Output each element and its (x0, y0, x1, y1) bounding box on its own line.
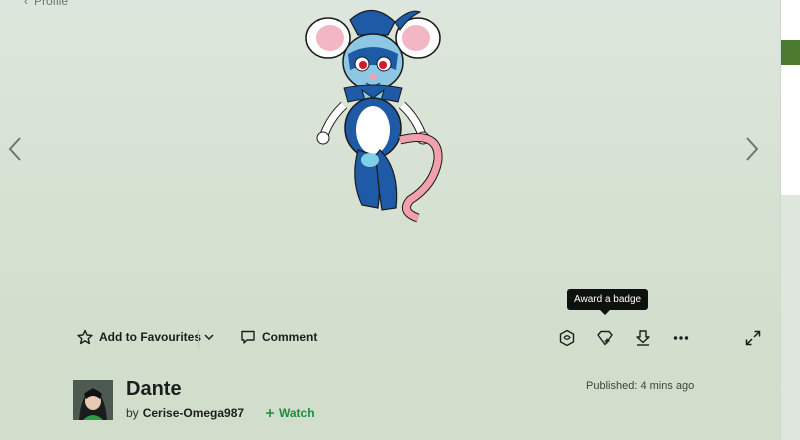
chevron-left-icon (8, 137, 21, 161)
watch-button[interactable]: Watch (265, 406, 315, 420)
side-panel-edge (780, 0, 800, 440)
badge-icon (559, 329, 575, 347)
next-button[interactable] (739, 134, 763, 164)
previous-button[interactable] (4, 134, 28, 164)
fullscreen-button[interactable] (743, 328, 763, 348)
byline: by Cerise-Omega987 (126, 406, 244, 420)
favourites-dropdown-button[interactable] (202, 330, 216, 344)
chevron-right-icon (746, 137, 759, 161)
deviation-title: Dante (126, 378, 182, 400)
star-icon (77, 329, 93, 345)
award-badge-button[interactable] (595, 328, 615, 348)
published-label: Published: (586, 380, 638, 392)
comment-label: Comment (262, 330, 318, 344)
chevron-down-icon (204, 334, 214, 341)
award-badge-icon (597, 330, 613, 346)
download-icon (636, 330, 650, 346)
expand-icon (745, 330, 761, 346)
plus-icon (266, 409, 274, 417)
action-bar: Add to Favourites Comment (0, 322, 780, 354)
avatar-image (73, 380, 113, 420)
more-dots-icon (673, 336, 689, 340)
published-date: Published: 4 mins ago (586, 380, 694, 392)
byline-prefix: by (126, 406, 139, 420)
breadcrumb-label: Profile (34, 0, 69, 8)
artwork-image[interactable] (300, 0, 460, 225)
give-badge-button[interactable] (557, 328, 577, 348)
chevron-left-icon: ‹ (24, 0, 28, 8)
author-link[interactable]: Cerise-Omega987 (143, 406, 244, 420)
divider (198, 329, 199, 347)
add-to-favourites-button[interactable]: Add to Favourites (77, 329, 201, 345)
watch-label: Watch (279, 406, 315, 420)
published-time: 4 mins ago (640, 380, 695, 392)
download-button[interactable] (633, 328, 653, 348)
artwork-stage: ‹ Profile (0, 0, 780, 305)
avatar[interactable] (73, 380, 113, 420)
comment-bubble-icon (241, 330, 255, 344)
add-to-favourites-label: Add to Favourites (99, 330, 202, 344)
deviation-info: Dante by Cerise-Omega987 Watch Published… (0, 376, 780, 436)
more-options-button[interactable] (671, 328, 691, 348)
comment-button[interactable]: Comment (240, 329, 317, 345)
breadcrumb[interactable]: ‹ Profile (24, 0, 68, 8)
award-badge-tooltip: Award a badge (567, 289, 649, 315)
